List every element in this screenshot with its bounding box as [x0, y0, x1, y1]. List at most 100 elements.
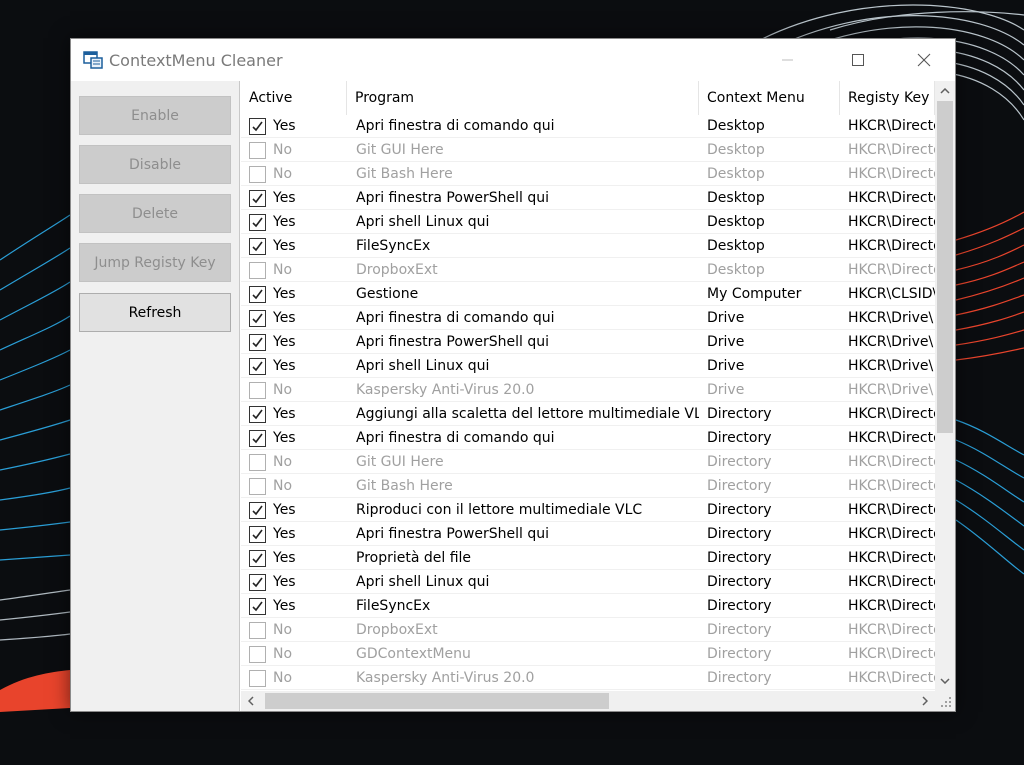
resize-grip[interactable]	[935, 691, 955, 711]
active-checkbox[interactable]	[249, 262, 266, 279]
disable-button[interactable]: Disable	[79, 145, 231, 184]
active-checkbox[interactable]	[249, 670, 266, 687]
table-row[interactable]: Yes Apri shell Linux qui Drive HKCR\Drive\	[241, 355, 935, 379]
refresh-button[interactable]: Refresh	[79, 293, 231, 332]
table-row[interactable]: Yes Apri finestra di comando qui Drive HKCR…	[241, 307, 935, 331]
scroll-down-button[interactable]	[935, 671, 955, 691]
context-menu-cell: Drive	[699, 355, 840, 378]
column-header-context-menu[interactable]: Context Menu	[699, 81, 840, 115]
column-header-active[interactable]: Active	[241, 81, 347, 115]
table-row[interactable]: No Kaspersky Anti-Virus 20.0 Drive HKCR\Dri…	[241, 379, 935, 403]
scroll-left-button[interactable]	[241, 691, 261, 711]
jump-registry-key-button[interactable]: Jump Registy Key	[79, 243, 231, 282]
window-title: ContextMenu Cleaner	[109, 51, 283, 70]
table-row[interactable]: No Git GUI Here Desktop HKCR\Directo	[241, 139, 935, 163]
program-cell: Apri shell Linux qui	[347, 211, 699, 234]
table-row[interactable]: Yes Apri finestra di comando qui Desktop HK…	[241, 115, 935, 139]
active-checkbox[interactable]	[249, 526, 266, 543]
active-cell: Yes	[241, 427, 347, 450]
wallpaper-lines-right-blue	[955, 419, 1024, 575]
table-row[interactable]: Yes Apri finestra PowerShell qui Drive HKCR…	[241, 331, 935, 355]
maximize-button[interactable]	[835, 39, 881, 81]
table-row[interactable]: No DropboxExt Desktop HKCR\Directo	[241, 259, 935, 283]
table-row[interactable]: Yes FileSyncEx Desktop HKCR\Directo	[241, 235, 935, 259]
active-checkbox[interactable]	[249, 238, 266, 255]
context-menu-cell: Drive	[699, 307, 840, 330]
active-checkbox[interactable]	[249, 310, 266, 327]
active-checkbox[interactable]	[249, 454, 266, 471]
table-row[interactable]: Yes Apri finestra di comando qui Directory…	[241, 427, 935, 451]
active-status-text: No	[273, 646, 293, 662]
active-status-text: Yes	[273, 550, 296, 566]
table-row[interactable]: No GDContextMenu Directory HKCR\Directo	[241, 643, 935, 667]
context-menu-cell: Desktop	[699, 139, 840, 162]
table-row[interactable]: Yes Apri finestra PowerShell qui Desktop HK…	[241, 187, 935, 211]
active-status-text: Yes	[273, 238, 296, 254]
active-checkbox[interactable]	[249, 118, 266, 135]
table-row[interactable]: No Git Bash Here Directory HKCR\Directo	[241, 475, 935, 499]
active-checkbox[interactable]	[249, 646, 266, 663]
table-row[interactable]: Yes Apri shell Linux qui Desktop HKCR\Direc…	[241, 211, 935, 235]
table-row[interactable]: Yes Apri shell Linux qui Directory HKCR\Dir…	[241, 571, 935, 595]
registry-key-cell: HKCR\Directo	[840, 115, 935, 138]
registry-key-cell: HKCR\CLSID\	[840, 283, 935, 306]
table-row[interactable]: No Git GUI Here Directory HKCR\Directo	[241, 451, 935, 475]
vertical-scrollbar[interactable]	[935, 81, 955, 691]
registry-key-cell: HKCR\Directo	[840, 499, 935, 522]
program-cell: FileSyncEx	[347, 235, 699, 258]
column-header-program[interactable]: Program	[347, 81, 699, 115]
table-row[interactable]: Yes Aggiungi alla scaletta del lettore mu…	[241, 403, 935, 427]
active-checkbox[interactable]	[249, 166, 266, 183]
active-cell: Yes	[241, 595, 347, 618]
active-checkbox[interactable]	[249, 214, 266, 231]
table-row[interactable]: Yes FileSyncEx Directory HKCR\Directo	[241, 595, 935, 619]
context-menu-list[interactable]: Active Program Context Menu Registy Key …	[241, 81, 955, 711]
active-checkbox[interactable]	[249, 142, 266, 159]
horizontal-scroll-thumb[interactable]	[265, 693, 609, 709]
column-header-registry-key[interactable]: Registy Key	[840, 81, 935, 115]
program-cell: Kaspersky Anti-Virus 20.0	[347, 667, 699, 690]
active-checkbox[interactable]	[249, 478, 266, 495]
table-row[interactable]: No DropboxExt Directory HKCR\Directo	[241, 619, 935, 643]
active-checkbox[interactable]	[249, 550, 266, 567]
active-checkbox[interactable]	[249, 502, 266, 519]
active-status-text: No	[273, 142, 293, 158]
vertical-scroll-thumb[interactable]	[937, 101, 953, 433]
active-checkbox[interactable]	[249, 574, 266, 591]
registry-key-cell: HKCR\Directo	[840, 163, 935, 186]
active-checkbox[interactable]	[249, 598, 266, 615]
active-checkbox[interactable]	[249, 406, 266, 423]
active-status-text: No	[273, 622, 293, 638]
registry-key-cell: HKCR\Directo	[840, 427, 935, 450]
maximize-icon	[852, 54, 864, 66]
context-menu-cell: Desktop	[699, 211, 840, 234]
table-row[interactable]: No Git Bash Here Desktop HKCR\Directo	[241, 163, 935, 187]
active-cell: Yes	[241, 307, 347, 330]
enable-button[interactable]: Enable	[79, 96, 231, 135]
active-checkbox[interactable]	[249, 190, 266, 207]
active-status-text: Yes	[273, 286, 296, 302]
active-checkbox[interactable]	[249, 358, 266, 375]
active-checkbox[interactable]	[249, 334, 266, 351]
scroll-right-button[interactable]	[915, 691, 935, 711]
delete-button[interactable]: Delete	[79, 194, 231, 233]
table-row[interactable]: No Kaspersky Anti-Virus 20.0 Directory HKCR…	[241, 667, 935, 691]
active-status-text: No	[273, 454, 293, 470]
table-row[interactable]: Yes Riproduci con il lettore multimediale…	[241, 499, 935, 523]
registry-key-cell: HKCR\Directo	[840, 547, 935, 570]
active-checkbox[interactable]	[249, 430, 266, 447]
active-checkbox[interactable]	[249, 382, 266, 399]
close-button[interactable]	[901, 39, 947, 81]
horizontal-scrollbar[interactable]	[241, 691, 935, 711]
minimize-button[interactable]	[765, 39, 811, 81]
title-bar[interactable]: ContextMenu Cleaner	[71, 39, 955, 81]
context-menu-cell: Directory	[699, 571, 840, 594]
chevron-left-icon	[248, 696, 254, 706]
context-menu-cell: Directory	[699, 523, 840, 546]
active-checkbox[interactable]	[249, 286, 266, 303]
active-checkbox[interactable]	[249, 622, 266, 639]
table-row[interactable]: Yes Apri finestra PowerShell qui Directory…	[241, 523, 935, 547]
table-row[interactable]: Yes Proprietà del file Directory HKCR\Direc…	[241, 547, 935, 571]
scroll-up-button[interactable]	[935, 81, 955, 101]
table-row[interactable]: Yes Gestione My Computer HKCR\CLSID\	[241, 283, 935, 307]
